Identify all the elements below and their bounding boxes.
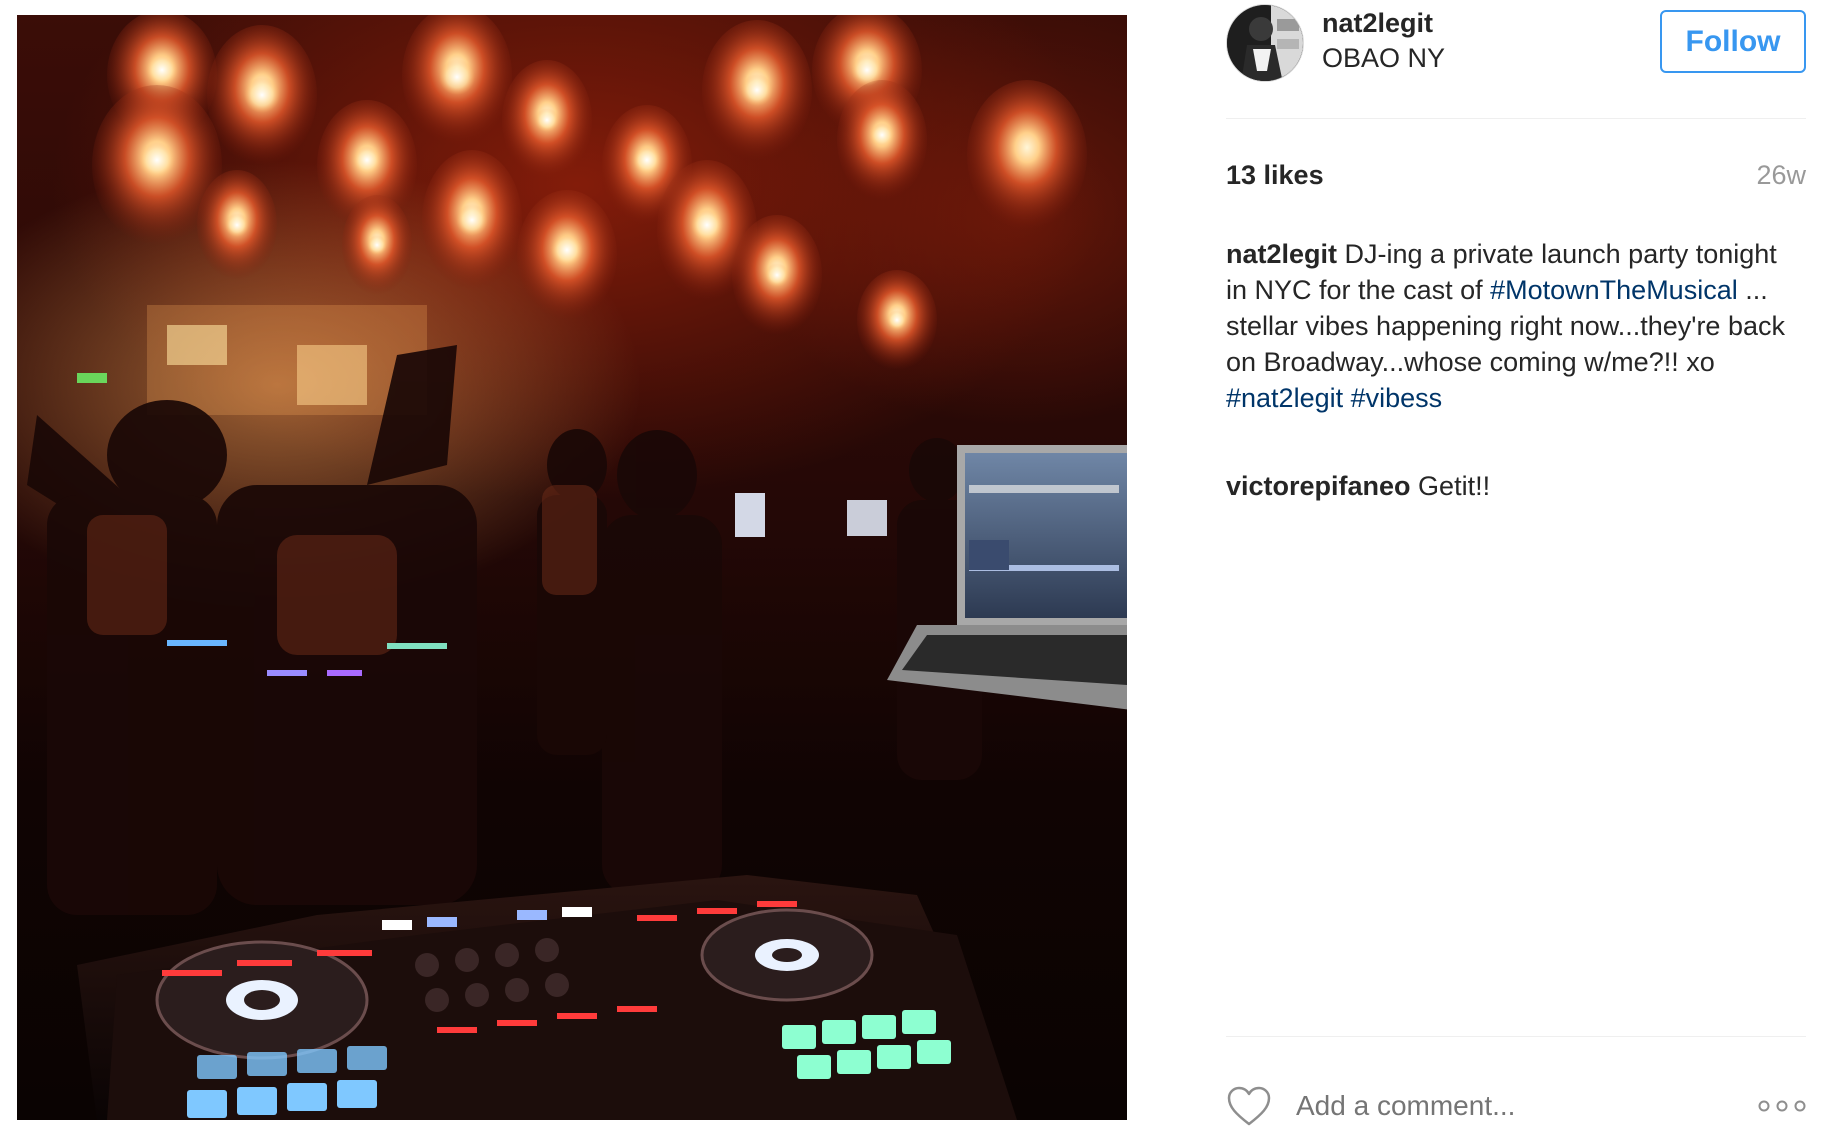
post-header: nat2legit OBAO NY Follow xyxy=(1226,0,1806,120)
comment-username[interactable]: victorepifaneo xyxy=(1226,471,1411,501)
username[interactable]: nat2legit xyxy=(1322,6,1433,40)
caption: nat2legit DJ-ing a private launch party … xyxy=(1226,236,1786,416)
post-page: nat2legit OBAO NY Follow 13 likes 26w na… xyxy=(0,0,1824,1148)
more-options-icon[interactable] xyxy=(1758,1096,1806,1116)
add-comment-input[interactable] xyxy=(1296,1086,1696,1126)
hashtag-link[interactable]: #nat2legit xyxy=(1226,383,1343,413)
avatar-image xyxy=(1227,5,1303,81)
heart-icon[interactable] xyxy=(1226,1085,1272,1127)
comment-text: Getit!! xyxy=(1410,471,1491,501)
avatar[interactable] xyxy=(1226,4,1304,82)
like-count[interactable]: 13 likes xyxy=(1226,160,1324,191)
post-age[interactable]: 26w xyxy=(1756,160,1806,191)
comments-divider xyxy=(1226,1036,1806,1037)
hashtag-link[interactable]: #MotownTheMusical xyxy=(1490,275,1738,305)
follow-button[interactable]: Follow xyxy=(1660,10,1806,73)
caption-username[interactable]: nat2legit xyxy=(1226,239,1337,269)
header-divider xyxy=(1226,118,1806,119)
hashtag-link[interactable]: #vibess xyxy=(1351,383,1443,413)
post-photo[interactable] xyxy=(17,15,1127,1120)
comment-item: victorepifaneo Getit!! xyxy=(1226,468,1786,504)
party-photo-illustration xyxy=(27,15,1127,1120)
caption-text xyxy=(1343,383,1351,413)
location-link[interactable]: OBAO NY xyxy=(1322,41,1445,75)
post-sidebar: nat2legit OBAO NY Follow 13 likes 26w na… xyxy=(1226,0,1806,1148)
